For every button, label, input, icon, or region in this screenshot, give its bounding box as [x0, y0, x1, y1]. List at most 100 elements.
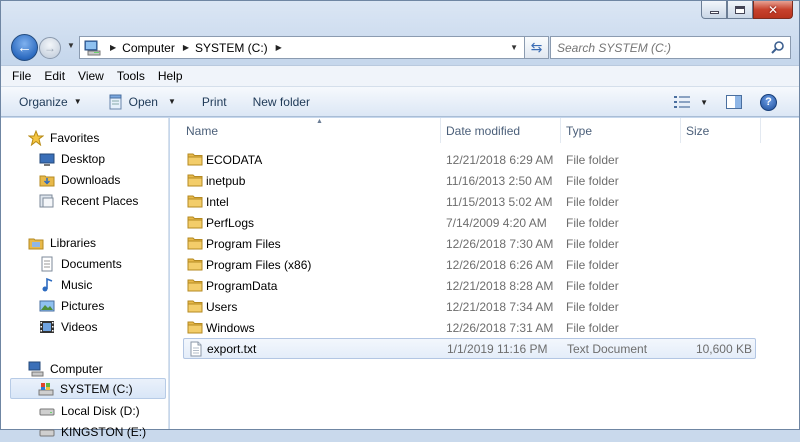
- file-date-modified: 7/14/2009 4:20 AM: [446, 215, 547, 230]
- navigation-pane: Favorites Desktop Downloads Recent Place…: [1, 118, 169, 439]
- file-name: ProgramData: [206, 278, 278, 293]
- maximize-icon: [735, 5, 745, 14]
- close-button[interactable]: ✕: [753, 1, 793, 19]
- new-folder-button[interactable]: New folder: [253, 95, 310, 109]
- file-name: Windows: [206, 320, 255, 335]
- close-icon: ✕: [767, 2, 779, 17]
- folder-icon: [187, 277, 203, 296]
- details-view-icon: [674, 96, 691, 108]
- column-name[interactable]: Name ▲: [182, 118, 441, 143]
- column-size[interactable]: Size: [682, 118, 761, 143]
- search-input[interactable]: [551, 37, 751, 58]
- caption-buttons: ✕: [701, 1, 793, 19]
- column-type[interactable]: Type: [562, 118, 681, 143]
- print-button[interactable]: Print: [202, 95, 227, 109]
- menu-help[interactable]: Help: [158, 69, 183, 83]
- breadcrumb-system-c[interactable]: SYSTEM (C:): [195, 41, 268, 55]
- nav-documents[interactable]: Documents: [39, 253, 122, 274]
- nav-computer[interactable]: Computer: [28, 358, 103, 379]
- folder-row[interactable]: ProgramData 12/21/2018 8:28 AM File folder: [183, 275, 756, 296]
- search-box[interactable]: [550, 36, 791, 59]
- forward-button[interactable]: →: [39, 37, 61, 59]
- file-date-modified: 12/26/2018 7:31 AM: [446, 320, 554, 335]
- pictures-icon: [39, 300, 55, 311]
- breadcrumb-arrow[interactable]: ▶: [276, 43, 282, 52]
- nav-videos[interactable]: Videos: [39, 316, 97, 337]
- address-dropdown-button[interactable]: ▼: [510, 43, 518, 52]
- file-date-modified: 12/26/2018 6:26 AM: [446, 257, 554, 272]
- file-date-modified: 12/26/2018 7:30 AM: [446, 236, 554, 251]
- folder-row[interactable]: Users 12/21/2018 7:34 AM File folder: [183, 296, 756, 317]
- file-size: 10,600 KB: [695, 341, 752, 356]
- search-icon: [771, 41, 784, 54]
- nav-pictures[interactable]: Pictures: [39, 295, 104, 316]
- nav-music[interactable]: Music: [39, 274, 92, 295]
- file-type: File folder: [566, 320, 619, 335]
- help-button[interactable]: ?: [760, 93, 777, 111]
- open-button[interactable]: Open ▼: [108, 94, 176, 110]
- nav-recent-places-label: Recent Places: [61, 193, 139, 208]
- nav-videos-label: Videos: [61, 319, 98, 334]
- file-name: Users: [206, 299, 238, 314]
- breadcrumb-arrow[interactable]: ▶: [110, 43, 116, 52]
- refresh-button[interactable]: ⇆: [525, 36, 549, 59]
- file-date-modified: 12/21/2018 8:28 AM: [446, 278, 554, 293]
- folder-icon: [187, 193, 203, 212]
- organize-button[interactable]: Organize ▼: [19, 95, 82, 109]
- file-date-modified: 11/16/2013 2:50 AM: [446, 173, 553, 188]
- system-drive-icon: [38, 382, 54, 395]
- file-type: Text Document: [567, 341, 648, 356]
- breadcrumb-arrow[interactable]: ▶: [183, 43, 189, 52]
- folder-icon: [187, 172, 203, 191]
- nav-system-c-label: SYSTEM (C:): [60, 381, 133, 396]
- file-name: Program Files (x86): [206, 257, 312, 272]
- folder-row[interactable]: Windows 12/26/2018 7:31 AM File folder: [183, 317, 756, 338]
- recent-pages-dropdown[interactable]: ▼: [67, 41, 75, 50]
- folder-row[interactable]: inetpub 11/16/2013 2:50 AM File folder: [183, 170, 756, 191]
- desktop-icon: [39, 153, 55, 166]
- nav-computer-label: Computer: [50, 361, 103, 376]
- folder-icon: [187, 319, 203, 338]
- folder-row[interactable]: PerfLogs 7/14/2009 4:20 AM File folder: [183, 212, 756, 233]
- change-view-button[interactable]: ▼: [674, 96, 708, 108]
- text-document-icon: [188, 341, 204, 360]
- folder-row[interactable]: ECODATA 12/21/2018 6:29 AM File folder: [183, 149, 756, 170]
- column-date-modified[interactable]: Date modified: [442, 118, 561, 143]
- file-name: PerfLogs: [206, 215, 255, 230]
- hard-drive-icon: [39, 408, 55, 415]
- menu-view[interactable]: View: [78, 69, 104, 83]
- file-type: File folder: [566, 194, 619, 209]
- nav-downloads-label: Downloads: [61, 172, 121, 187]
- print-label: Print: [201, 94, 227, 109]
- file-row[interactable]: export.txt 1/1/2019 11:16 PM Text Document…: [183, 338, 756, 359]
- organize-label: Organize: [19, 94, 68, 109]
- menu-edit[interactable]: Edit: [44, 69, 65, 83]
- column-name-label: Name: [186, 123, 219, 138]
- menu-file[interactable]: File: [12, 69, 31, 83]
- file-list: Name ▲ Date modified Type Size ECODATA 12…: [170, 118, 799, 429]
- folder-row[interactable]: Intel 11/15/2013 5:02 AM File folder: [183, 191, 756, 212]
- nav-downloads[interactable]: Downloads: [39, 169, 120, 190]
- nav-libraries[interactable]: Libraries: [28, 232, 96, 253]
- file-date-modified: 1/1/2019 11:16 PM: [447, 341, 548, 356]
- file-name: Intel: [206, 194, 229, 209]
- address-bar[interactable]: ▶ Computer ▶ SYSTEM (C:) ▶ ▼: [79, 36, 525, 59]
- minimize-button[interactable]: [701, 1, 727, 19]
- computer-icon: [28, 361, 44, 376]
- folder-row[interactable]: Program Files 12/26/2018 7:30 AM File fold…: [183, 233, 756, 254]
- nav-system-c-drive[interactable]: SYSTEM (C:): [10, 378, 166, 399]
- command-bar-right: ▼ ?: [674, 87, 799, 117]
- nav-favorites[interactable]: Favorites: [28, 127, 99, 148]
- nav-local-disk-d[interactable]: Local Disk (D:): [39, 400, 140, 421]
- back-button[interactable]: ←: [11, 34, 38, 61]
- preview-pane-icon[interactable]: [726, 95, 742, 109]
- breadcrumb-computer[interactable]: Computer: [122, 41, 175, 55]
- folder-row[interactable]: Program Files (x86) 12/26/2018 6:26 AM Fil…: [183, 254, 756, 275]
- nav-recent-places[interactable]: Recent Places: [39, 190, 138, 211]
- maximize-button[interactable]: [727, 1, 753, 19]
- menu-tools[interactable]: Tools: [117, 69, 145, 83]
- nav-desktop[interactable]: Desktop: [39, 148, 105, 169]
- refresh-icon: ⇆: [530, 39, 543, 55]
- nav-kingston-e[interactable]: KINGSTON (E:): [39, 421, 146, 442]
- sort-ascending-icon: ▲: [316, 118, 323, 125]
